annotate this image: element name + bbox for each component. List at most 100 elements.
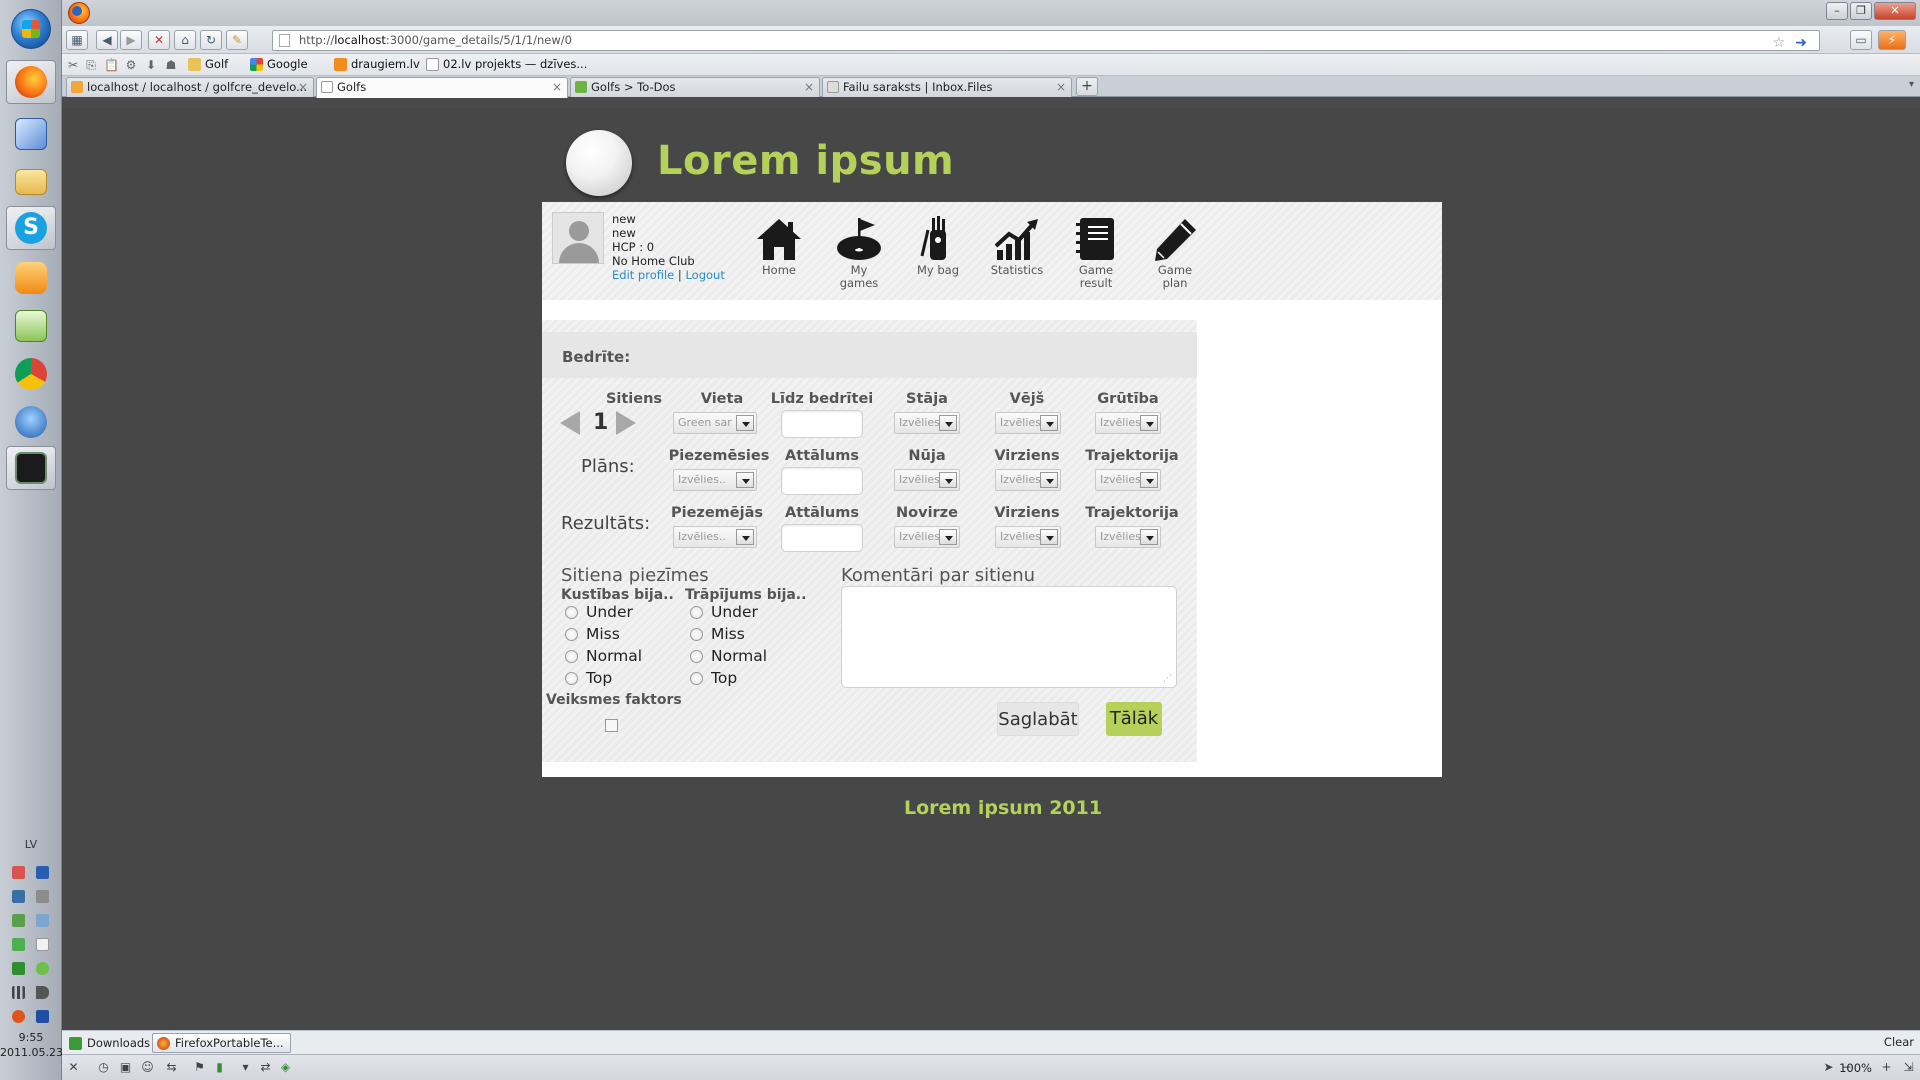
taskbar-skype[interactable]: S [6, 206, 56, 250]
taskbar-terminal[interactable] [6, 446, 56, 490]
hit-option-under[interactable]: Under [690, 603, 758, 621]
radio-button[interactable] [565, 671, 578, 685]
zoom-level[interactable]: 100% [1839, 1061, 1872, 1075]
sync-icon[interactable]: ⇆ [164, 1060, 179, 1075]
movement-option-under[interactable]: Under [565, 603, 633, 621]
new-tab-button[interactable]: + [1076, 77, 1098, 96]
resize-grip-icon[interactable]: ⋰ [1163, 674, 1172, 684]
downloads-button[interactable]: Downloads [64, 1033, 157, 1053]
download-item[interactable]: FirefoxPortableTe... [152, 1033, 291, 1053]
taskbar-media-player[interactable] [6, 256, 56, 300]
address-bar[interactable]: http://localhost:3000/game_details/5/1/1… [272, 30, 1820, 51]
dropdown-icon[interactable]: ▾ [238, 1060, 253, 1075]
close-tab-icon[interactable]: × [804, 78, 814, 96]
tray-icon[interactable] [12, 962, 25, 975]
taskbar-spreadsheet[interactable] [6, 304, 56, 348]
result-landing-select[interactable]: Izvēlies.. [673, 526, 757, 548]
radio-button[interactable] [690, 671, 703, 685]
logout-link[interactable]: Logout [685, 268, 724, 282]
tray-icon[interactable] [36, 1010, 49, 1023]
radio-button[interactable] [565, 627, 578, 641]
plan-landing-select[interactable]: Izvēlies.. [673, 469, 757, 491]
tray-icon[interactable] [12, 866, 25, 879]
close-tab-icon[interactable]: × [1056, 78, 1066, 96]
bottle-icon[interactable]: ▮ [212, 1060, 227, 1075]
flag-icon[interactable]: ⚑ [192, 1060, 207, 1075]
tab-todos[interactable]: Golfs > To-Dos × [570, 77, 820, 97]
bluetooth-icon[interactable] [36, 866, 49, 879]
radio-button[interactable] [690, 627, 703, 641]
comments-textarea[interactable]: ⋰ [841, 586, 1177, 688]
radio-button[interactable] [690, 605, 703, 619]
to-hole-input[interactable] [781, 410, 863, 438]
taskbar-thunderbird[interactable] [6, 400, 56, 444]
paste-icon[interactable]: 📋 [104, 58, 119, 72]
network-icon[interactable]: ⇄ [258, 1060, 273, 1075]
movement-option-top[interactable]: Top [565, 669, 612, 687]
cursor-icon[interactable]: ➤ [1821, 1060, 1836, 1075]
club-select[interactable]: Izvēlies.. [894, 469, 960, 491]
hit-option-normal[interactable]: Normal [690, 647, 767, 665]
result-distance-input[interactable] [781, 524, 863, 552]
forward-button[interactable]: ▶ [120, 30, 142, 50]
nav-my-games[interactable]: My games [824, 216, 894, 290]
copy-icon[interactable]: ⎘ [84, 58, 98, 72]
plan-distance-input[interactable] [781, 467, 863, 495]
radio-button[interactable] [565, 605, 578, 619]
close-tab-icon[interactable]: × [552, 78, 562, 96]
deviation-select[interactable]: Izvēlies.. [894, 526, 960, 548]
tray-icon[interactable] [12, 938, 25, 951]
zoom-in-icon[interactable]: + [1879, 1060, 1894, 1075]
stance-select[interactable]: Izvēlies.. [894, 412, 960, 434]
maximize-button[interactable]: ❐ [1850, 2, 1872, 20]
radio-button[interactable] [690, 649, 703, 663]
bookmark-star-icon[interactable]: ☆ [1772, 34, 1785, 53]
tray-icon[interactable] [12, 1010, 25, 1023]
stop-button[interactable]: ✕ [148, 30, 170, 50]
edit-profile-link[interactable]: Edit profile [612, 268, 674, 282]
site-title[interactable]: Lorem ipsum [657, 138, 954, 184]
plan-trajectory-select[interactable]: Izvēlies.. [1095, 469, 1161, 491]
hit-option-miss[interactable]: Miss [690, 625, 745, 643]
golf-ball-logo[interactable] [566, 130, 632, 196]
nav-game-result[interactable]: Game result [1061, 216, 1131, 290]
difficulty-select[interactable]: Izvēlies.. [1095, 412, 1161, 434]
clock[interactable]: 9:55 2011.05.23. [0, 1030, 66, 1060]
go-arrow-icon[interactable]: ➜ [1795, 34, 1807, 53]
addon-icon[interactable]: ◈ [278, 1060, 293, 1075]
smiley-icon[interactable]: ☺ [140, 1060, 155, 1075]
close-tab-icon[interactable]: × [298, 78, 308, 96]
cut-icon[interactable]: ✂ [66, 58, 80, 72]
tab-inbox-files[interactable]: Failu saraksts | Inbox.Files × [822, 77, 1072, 97]
nav-statistics[interactable]: Statistics [982, 216, 1052, 277]
tray-icon[interactable] [12, 914, 25, 927]
bookmark-02lv[interactable]: 02.lv projekts — dzīves... [426, 57, 587, 71]
reload-button[interactable]: ↻ [200, 30, 222, 50]
taskbar-virtualbox[interactable] [6, 112, 56, 156]
save-button[interactable]: Saglabāt [997, 702, 1079, 736]
location-select[interactable]: Green sar [673, 412, 757, 434]
tool-icon[interactable]: ✎ [226, 30, 248, 50]
nav-home[interactable]: Home [744, 216, 814, 277]
next-stroke-icon[interactable] [616, 411, 636, 435]
close-icon[interactable]: ✕ [66, 1060, 81, 1075]
network-icon[interactable] [12, 986, 25, 999]
taskbar-chrome[interactable] [6, 352, 56, 396]
tab-golfs[interactable]: Golfs × [316, 77, 568, 98]
hit-option-top[interactable]: Top [690, 669, 737, 687]
taskbar-explorer[interactable] [6, 160, 56, 204]
movement-option-normal[interactable]: Normal [565, 647, 642, 665]
result-direction-select[interactable]: Izvēlies.. [995, 526, 1061, 548]
movement-option-miss[interactable]: Miss [565, 625, 620, 643]
bookmark-google[interactable]: Google [250, 57, 308, 71]
screenshot-icon[interactable]: ▣ [118, 1060, 133, 1075]
grid-icon[interactable]: ▦ [66, 30, 88, 50]
addon-toolbar-icon[interactable]: ☗ [164, 58, 178, 72]
tab-list-icon[interactable]: ▾ [1909, 79, 1914, 90]
tray-icon[interactable] [36, 890, 49, 903]
settings-icon[interactable]: ⚙ [124, 58, 138, 72]
history-icon[interactable]: ◷ [96, 1060, 111, 1075]
language-indicator[interactable]: LV [0, 838, 62, 851]
firefox-menu-icon[interactable] [68, 2, 90, 24]
nav-game-plan[interactable]: Game plan [1140, 216, 1210, 290]
